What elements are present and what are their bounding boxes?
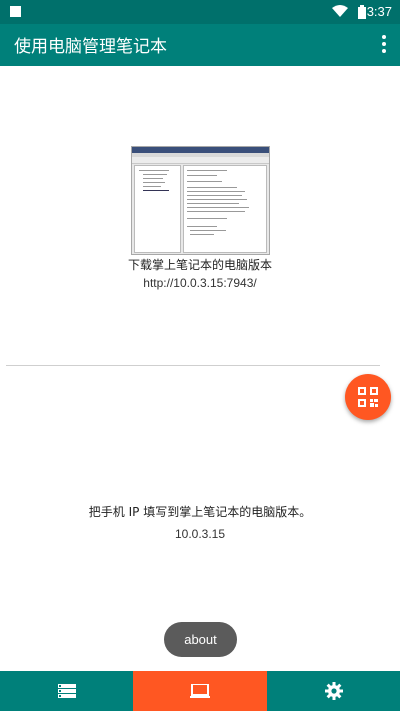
download-url[interactable]: http://10.0.3.15:7943/ (0, 276, 400, 290)
settings-gear-icon (324, 682, 343, 700)
tab-settings[interactable] (267, 671, 400, 711)
ip-instruction: 把手机 IP 填写到掌上笔记本的电脑版本。 (88, 505, 312, 519)
qr-code-icon (358, 387, 378, 407)
status-bar: 3:37 (0, 0, 400, 24)
laptop-icon (190, 684, 210, 698)
wifi-icon (332, 5, 348, 17)
desktop-app-screenshot (131, 146, 270, 255)
scan-qr-button[interactable] (345, 374, 391, 420)
more-vert-icon[interactable] (380, 35, 388, 55)
download-caption: 下载掌上笔记本的电脑版本 (127, 258, 272, 272)
battery-icon (358, 5, 366, 19)
list-icon (57, 684, 76, 698)
tab-list[interactable] (0, 671, 133, 711)
bottom-navigation (0, 671, 400, 711)
about-button[interactable]: about (164, 622, 237, 657)
app-toolbar: 使用电脑管理笔记本 (0, 24, 400, 66)
device-ip: 10.0.3.15 (174, 527, 226, 541)
tab-computer[interactable] (133, 671, 267, 711)
section-divider (6, 365, 380, 366)
status-time: 3:37 (366, 4, 392, 19)
notification-square-icon (10, 6, 21, 17)
page-title: 使用电脑管理笔记本 (14, 37, 167, 57)
